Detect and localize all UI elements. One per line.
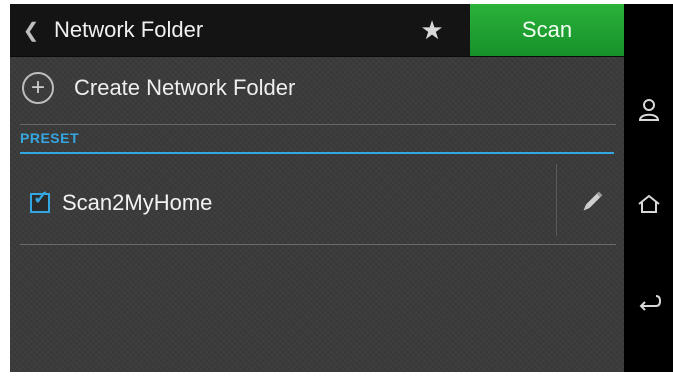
divider — [20, 124, 616, 125]
bottom-border — [10, 372, 673, 379]
pencil-icon — [583, 191, 603, 211]
checkbox[interactable]: ✓ — [30, 189, 50, 213]
create-network-folder-label: Create Network Folder — [74, 75, 296, 100]
edit-button[interactable] — [570, 180, 614, 224]
page-title: Network Folder — [54, 17, 204, 42]
divider — [20, 244, 616, 245]
preset-section-divider — [20, 152, 614, 154]
side-nav-bar — [624, 4, 673, 372]
plus-circle-icon: + — [22, 72, 54, 104]
check-icon: ✓ — [33, 188, 49, 209]
back-arrow-icon — [639, 295, 661, 311]
preset-section-header: PRESET — [20, 130, 80, 146]
back-nav-button[interactable] — [624, 282, 673, 322]
list-item-scan2myhome[interactable]: ✓ Scan2MyHome — [20, 164, 614, 242]
create-network-folder-button[interactable]: + Create Network Folder — [10, 56, 624, 120]
back-button[interactable]: ❮ Network Folder — [10, 4, 390, 56]
top-bar: ❮ Network Folder ★ Scan — [10, 4, 624, 57]
device-frame: ❮ Network Folder ★ Scan + Create Network… — [0, 0, 673, 379]
user-button[interactable] — [624, 90, 673, 130]
user-icon — [638, 99, 659, 121]
star-icon[interactable]: ★ — [410, 4, 454, 56]
chevron-left-icon: ❮ — [22, 19, 40, 42]
scan-button[interactable]: Scan — [470, 4, 624, 56]
home-icon — [637, 194, 660, 213]
divider-vertical — [556, 164, 557, 236]
list-item-label: Scan2MyHome — [62, 190, 213, 215]
home-button[interactable] — [624, 184, 673, 224]
main-screen: ❮ Network Folder ★ Scan + Create Network… — [10, 4, 624, 372]
